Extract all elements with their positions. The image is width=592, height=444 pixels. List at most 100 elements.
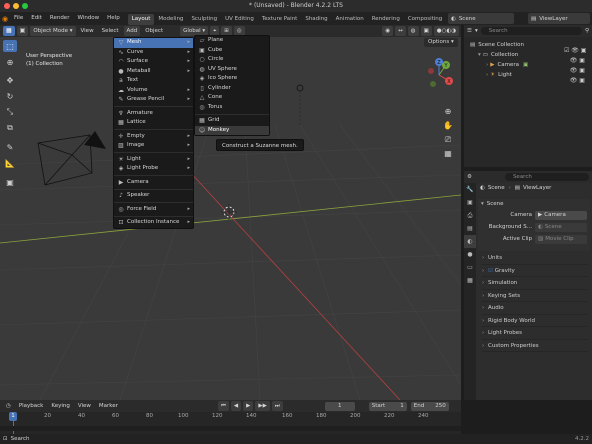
camera-field[interactable]: ▶ Camera: [535, 210, 587, 220]
rotate-icon[interactable]: ↻: [3, 90, 17, 102]
expand-chevron-icon[interactable]: ›: [486, 70, 488, 80]
mesh-item-circle[interactable]: ○ Circle: [195, 55, 269, 65]
gravity-checkbox-icon[interactable]: ☑: [488, 268, 493, 274]
scene-panel-header[interactable]: ▾ Scene: [478, 199, 590, 209]
output-tab-icon[interactable]: ⎙: [464, 209, 476, 222]
shading-modes-icon[interactable]: ●○◐◑: [433, 26, 459, 36]
tab-modeling[interactable]: Modeling: [154, 14, 187, 25]
outliner-search-input[interactable]: Search: [480, 27, 582, 35]
active-clip-field[interactable]: ▨ Movie Clip: [535, 234, 587, 244]
add-menu-item-force-field[interactable]: ◎ Force Field ▸: [114, 205, 193, 215]
tab-layout[interactable]: Layout: [127, 13, 155, 25]
expand-chevron-icon[interactable]: ›: [486, 60, 488, 70]
panel-keying-sets[interactable]: Keying Sets: [482, 290, 588, 302]
overlay-toggle-icon[interactable]: ◍: [407, 26, 419, 36]
menu-render[interactable]: Render: [46, 12, 74, 25]
tab-texture-paint[interactable]: Texture Paint: [258, 14, 302, 25]
panel-audio[interactable]: Audio: [482, 302, 588, 315]
viewlayer-selector[interactable]: ▤ ViewLayer: [528, 13, 590, 24]
menu-file[interactable]: File: [10, 12, 27, 25]
tab-uv-editing[interactable]: UV Editing: [221, 14, 258, 25]
prev-keyframe-icon[interactable]: ◀: [230, 401, 242, 411]
panel-rigid-body-world[interactable]: Rigid Body World: [482, 315, 588, 327]
add-menu-item-image[interactable]: ▨ Image ▸: [114, 141, 193, 151]
tab-animation[interactable]: Animation: [332, 14, 368, 25]
tool-tab-icon[interactable]: 🔧: [464, 183, 476, 196]
add-menu-item-collection-instance[interactable]: ⊡ Collection Instance ▸: [114, 218, 193, 228]
ortho-grid-icon[interactable]: ▦: [440, 147, 456, 161]
add-menu-item-grease-pencil[interactable]: ✎ Grease Pencil ▸: [114, 95, 193, 105]
visibility-icon[interactable]: ◉: [382, 26, 394, 36]
blender-logo-icon[interactable]: ◉: [0, 15, 10, 23]
panel-units[interactable]: Units: [482, 252, 588, 265]
zoom-window-button[interactable]: [22, 3, 28, 9]
timeline-menu-playback[interactable]: Playback: [16, 401, 47, 411]
viewport-menu-select[interactable]: Select: [99, 26, 122, 36]
add-menu-item-metaball[interactable]: ● Metaball ▸: [114, 67, 193, 77]
properties-search-input[interactable]: Search: [504, 173, 589, 181]
add-menu-item-camera[interactable]: ▶ Camera: [114, 178, 193, 188]
navigation-gizmo[interactable]: X Y Z: [422, 57, 458, 93]
outliner-editor-icon[interactable]: ☰: [467, 28, 472, 34]
measure-icon[interactable]: 📐: [3, 157, 17, 169]
properties-editor-icon[interactable]: ⚙: [467, 174, 472, 180]
add-menu-item-empty[interactable]: ✛ Empty ▸: [114, 132, 193, 142]
tab-sculpting[interactable]: Sculpting: [187, 14, 221, 25]
camera-view-icon[interactable]: ⎚: [440, 133, 456, 147]
collection-checkbox-icon[interactable]: ☑ 👁 ▣: [564, 46, 586, 56]
add-menu-item-mesh[interactable]: ▽ Mesh ▸: [114, 38, 193, 48]
current-frame-field[interactable]: 1: [324, 401, 355, 411]
start-frame-field[interactable]: Start 1: [368, 401, 407, 411]
mesh-item-monkey[interactable]: ☺ Monkey: [195, 125, 269, 135]
mode-dropdown[interactable]: Object Mode ▾: [30, 26, 76, 36]
annotate-icon[interactable]: ✎: [3, 141, 17, 153]
xray-icon[interactable]: ▣: [420, 26, 432, 36]
transform-icon[interactable]: ⧉: [3, 122, 17, 134]
light-visibility-icon[interactable]: 👁 ▣: [564, 76, 586, 86]
add-menu-item-curve[interactable]: ∿ Curve ▸: [114, 48, 193, 58]
jump-end-icon[interactable]: ⏭: [271, 401, 283, 411]
mesh-item-ico-sphere[interactable]: ◈ Ico Sphere: [195, 74, 269, 84]
add-cube-icon[interactable]: ▣: [3, 176, 17, 188]
mesh-item-cylinder[interactable]: ▯ Cylinder: [195, 84, 269, 94]
add-menu-item-speaker[interactable]: ♪ Speaker: [114, 191, 193, 201]
render-tab-icon[interactable]: ▣: [464, 196, 476, 209]
mesh-item-cube[interactable]: ▣ Cube: [195, 46, 269, 56]
panel-simulation[interactable]: Simulation: [482, 277, 588, 290]
tab-rendering[interactable]: Rendering: [368, 14, 404, 25]
mesh-item-torus[interactable]: ◎ Torus: [195, 103, 269, 113]
viewport-menu-view[interactable]: View: [78, 26, 97, 36]
add-menu-item-surface[interactable]: ◠ Surface ▸: [114, 57, 193, 67]
camera-visibility-icon[interactable]: 👁 ▣: [564, 66, 586, 76]
timeline-menu-view[interactable]: View: [75, 401, 94, 411]
move-icon[interactable]: ✥: [3, 74, 17, 86]
mesh-item-cone[interactable]: △ Cone: [195, 93, 269, 103]
playhead[interactable]: 1: [9, 412, 17, 421]
options-dropdown[interactable]: Options ▾: [424, 38, 458, 47]
filter-icon[interactable]: ⚲: [585, 28, 589, 34]
mesh-item-uv-sphere[interactable]: ◍ UV Sphere: [195, 65, 269, 75]
panel-gravity[interactable]: ☑ Gravity: [482, 265, 588, 277]
collection-visibility-icon[interactable]: 👁 ▣: [564, 56, 586, 66]
add-menu-item-lattice[interactable]: ▦ Lattice: [114, 118, 193, 128]
select-box-icon[interactable]: ⬚: [3, 40, 17, 52]
editor-type-icon[interactable]: ▦: [3, 26, 15, 36]
viewport-menu-object[interactable]: Object: [142, 26, 166, 36]
mesh-item-grid[interactable]: ▦ Grid: [195, 116, 269, 126]
expand-chevron-icon[interactable]: ▾: [478, 50, 481, 60]
gizmo-toggle-icon[interactable]: ↔: [395, 26, 406, 36]
timeline-area[interactable]: 1 20 40 60 80 100 120 140 160 180 200 22…: [0, 412, 461, 434]
menu-window[interactable]: Window: [73, 12, 103, 25]
timeline-scrollbar[interactable]: [0, 426, 461, 431]
add-menu-item-text[interactable]: a Text: [114, 76, 193, 86]
timeline-menu-marker[interactable]: Marker: [96, 401, 121, 411]
close-window-button[interactable]: [4, 3, 10, 9]
add-menu-item-armature[interactable]: ♆ Armature: [114, 109, 193, 119]
timeline-menu-keying[interactable]: Keying: [48, 401, 72, 411]
panel-light-probes[interactable]: Light Probes: [482, 327, 588, 340]
tab-compositing[interactable]: Compositing: [404, 14, 446, 25]
scene-tab-icon[interactable]: ◐: [464, 235, 476, 248]
view-layer-tab-icon[interactable]: ▤: [464, 222, 476, 235]
add-menu-item-volume[interactable]: ☁ Volume ▸: [114, 86, 193, 96]
menu-edit[interactable]: Edit: [27, 12, 46, 25]
